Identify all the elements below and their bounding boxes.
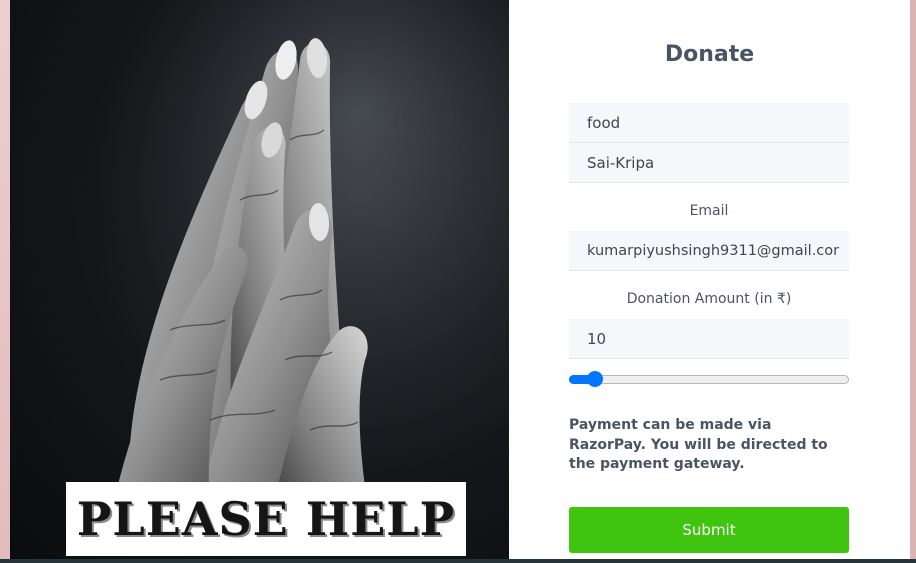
donation-amount-slider[interactable]	[569, 370, 849, 388]
donation-amount-field[interactable]	[569, 319, 849, 359]
form-title: Donate	[664, 42, 755, 67]
please-help-text: PLEASE HELP	[76, 492, 456, 546]
donation-amount-label: Donation Amount (in ₹)	[626, 291, 792, 307]
email-label: Email	[689, 203, 729, 219]
slider-thumb[interactable]	[587, 371, 603, 387]
organization-field[interactable]	[569, 143, 849, 183]
praying-hands-photo: PLEASE HELP	[10, 0, 509, 559]
background-left-edge	[0, 0, 10, 563]
submit-button[interactable]: Submit	[569, 507, 849, 553]
praying-hands-illustration	[10, 0, 509, 559]
slider-track	[569, 375, 849, 384]
email-field[interactable]	[569, 231, 849, 271]
payment-note: Payment can be made via RazorPay. You wi…	[569, 417, 828, 472]
donation-card: PLEASE HELP Donate Email Donation Amount…	[10, 0, 910, 559]
cause-field[interactable]	[569, 103, 849, 143]
background-right-edge	[910, 0, 916, 563]
background-bottom-edge	[0, 559, 916, 563]
donation-form: Donate Email Donation Amount (in ₹) Paym…	[509, 0, 910, 559]
please-help-banner: PLEASE HELP	[66, 482, 466, 556]
